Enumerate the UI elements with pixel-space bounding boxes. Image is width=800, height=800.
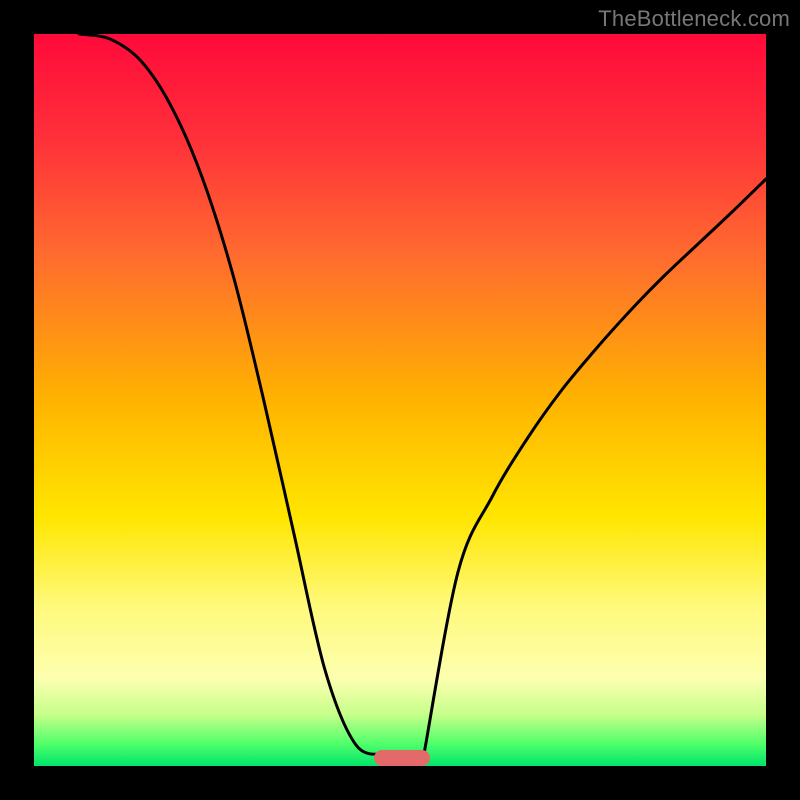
right-curve xyxy=(424,179,766,754)
watermark-text: TheBottleneck.com xyxy=(598,6,790,32)
left-curve xyxy=(79,34,386,754)
bottleneck-marker xyxy=(374,750,430,766)
curves-layer xyxy=(34,34,766,766)
plot-area xyxy=(34,34,766,766)
chart-frame: TheBottleneck.com xyxy=(0,0,800,800)
